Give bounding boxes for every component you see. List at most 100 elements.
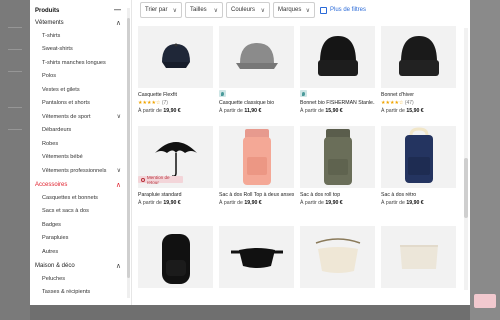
chevron-down-icon: ∨ xyxy=(116,167,121,174)
subcategory-item[interactable]: Sacs et sacs à dos xyxy=(30,205,131,219)
eco-leaf-icon xyxy=(219,90,226,97)
subcategory-item[interactable]: T-shirts manches longues xyxy=(30,57,131,71)
product-price: À partir de 19,90 € xyxy=(381,200,456,206)
subcategory-item[interactable]: Casquettes et bonnets xyxy=(30,192,131,206)
sort-label: Trier par xyxy=(145,7,168,13)
product-price: À partir de 19,90 € xyxy=(138,200,213,206)
product-scrollbar[interactable] xyxy=(464,28,468,290)
price-prefix: À partir de xyxy=(381,108,407,114)
subcategory-item[interactable]: Vêtements de sport ∨ xyxy=(30,111,131,125)
rating-stars: ★★★★☆ (7) xyxy=(138,100,213,106)
brands-label: Marques xyxy=(278,7,302,13)
product-image[interactable] xyxy=(300,126,375,188)
sizes-dropdown[interactable]: Tailles ∨ xyxy=(185,2,223,18)
eco-leaf-icon xyxy=(300,90,307,97)
product-name: Bonnet d'hiver xyxy=(381,92,415,98)
product-price: À partir de 15,90 € xyxy=(300,108,375,114)
subcategory-label: Vestes et gilets xyxy=(42,86,80,93)
subcategory-item[interactable]: Sweat-shirts xyxy=(30,43,131,57)
subcategory-item[interactable]: Vêtements professionnels ∨ xyxy=(30,165,131,179)
product-card[interactable] xyxy=(300,226,375,305)
subcategory-item[interactable]: Pantalons et shorts xyxy=(30,97,131,111)
sidebar-scroll-thumb[interactable] xyxy=(127,18,130,278)
subcategory-label: T-shirts xyxy=(42,32,61,39)
subcategory-label: Casquettes et bonnets xyxy=(42,194,98,201)
subcategory-label: Vêtements de sport xyxy=(42,113,91,120)
subcategory-label: T-shirts manches longues xyxy=(42,59,106,66)
product-card[interactable]: Sac à dos roll top À partir de 19,90 € xyxy=(300,126,375,220)
price-prefix: À partir de xyxy=(138,200,164,206)
product-scroll-thumb[interactable] xyxy=(464,158,468,218)
product-image[interactable] xyxy=(219,26,294,88)
product-card[interactable]: Mention de retour Parapluie standard À par… xyxy=(138,126,213,220)
product-image[interactable] xyxy=(219,126,294,188)
subcategory-item[interactable]: Vêtements bébé xyxy=(30,151,131,165)
sort-dropdown[interactable]: Trier par ∨ xyxy=(140,2,182,18)
subcategory-item[interactable]: Badges xyxy=(30,219,131,233)
ghost-icon xyxy=(8,62,22,72)
product-price: À partir de 11,90 € xyxy=(219,108,294,114)
subcategory-label: Vêtements professionnels xyxy=(42,167,107,174)
product-image[interactable] xyxy=(300,26,375,88)
ghost-icon xyxy=(8,98,22,108)
category-1[interactable]: Vêtements ∧ xyxy=(30,16,131,30)
product-image[interactable] xyxy=(138,26,213,88)
category-2[interactable]: Accessoires ∧ xyxy=(30,178,131,192)
brands-dropdown[interactable]: Marques ∨ xyxy=(273,2,315,18)
return-badge: Mention de retour xyxy=(138,175,183,185)
subcategory-item[interactable]: T-shirts xyxy=(30,30,131,44)
category-list: Produits — Vêtements ∧ T-shirts Sweat-shirts T… xyxy=(30,5,131,300)
category-label: Vêtements xyxy=(35,19,64,26)
subcategory-item[interactable]: Parapluies xyxy=(30,232,131,246)
subcategory-label: Autres xyxy=(42,248,59,255)
price-prefix: À partir de xyxy=(138,108,164,114)
subcategory-label: Robes xyxy=(42,140,59,147)
product-image[interactable] xyxy=(138,226,213,288)
product-card[interactable]: Casquette Flexfit ★★★★☆ (7) À partir de 19… xyxy=(138,26,213,120)
subcategory-item[interactable]: Vestes et gilets xyxy=(30,84,131,98)
product-card[interactable] xyxy=(381,226,456,305)
category-3[interactable]: Maison & déco ∧ xyxy=(30,259,131,273)
subcategory-label: Badges xyxy=(42,221,61,228)
chevron-down-icon: ∨ xyxy=(116,113,121,120)
subcategory-item[interactable]: Autres xyxy=(30,246,131,260)
product-price: À partir de 19,90 € xyxy=(219,200,294,206)
subcategory-item[interactable]: Robes xyxy=(30,138,131,152)
product-card[interactable]: Sac à dos Roll Top à deux anses À partir … xyxy=(219,126,294,220)
product-image[interactable] xyxy=(300,226,375,288)
category-sidebar: Produits — Vêtements ∧ T-shirts Sweat-shirts T… xyxy=(30,0,132,305)
subcategory-label: Polos xyxy=(42,73,56,79)
category-0[interactable]: Produits — xyxy=(30,5,131,16)
sidebar-scrollbar[interactable] xyxy=(127,8,130,298)
more-filters-button[interactable]: Plus de filtres xyxy=(320,6,366,14)
subcategory-label: Sweat-shirts xyxy=(42,46,73,52)
product-card[interactable]: Bonnet bio FISHERMAN Stanle... À partir d… xyxy=(300,26,375,120)
product-image[interactable] xyxy=(381,226,456,288)
subcategory-item[interactable]: Tasses & récipients xyxy=(30,286,131,300)
chevron-down-icon: ∨ xyxy=(305,7,310,14)
product-card[interactable]: Sac à dos rétro À partir de 19,90 € xyxy=(381,126,456,220)
price-value: 15,90 € xyxy=(406,108,424,114)
product-price: À partir de 19,90 € xyxy=(138,108,213,114)
product-card[interactable]: Casquette classique bio À partir de 11,90… xyxy=(219,26,294,120)
subcategory-item[interactable]: Débardeurs xyxy=(30,124,131,138)
subcategory-label: Vêtements bébé xyxy=(42,154,83,160)
product-grid: Casquette Flexfit ★★★★☆ (7) À partir de 19… xyxy=(138,26,463,305)
sizes-label: Tailles xyxy=(190,7,207,13)
price-prefix: À partir de xyxy=(219,108,245,114)
price-value: 19,90 € xyxy=(325,200,343,206)
product-image[interactable] xyxy=(219,226,294,288)
subcategory-item[interactable]: Peluches xyxy=(30,273,131,287)
product-image[interactable] xyxy=(381,26,456,88)
price-prefix: À partir de xyxy=(300,108,326,114)
price-value: 19,90 € xyxy=(163,108,181,114)
chevron-down-icon: ∨ xyxy=(213,7,218,14)
colors-dropdown[interactable]: Couleurs ∨ xyxy=(226,2,270,18)
product-card[interactable] xyxy=(138,226,213,305)
chevron-down-icon: ∨ xyxy=(260,7,265,14)
product-card[interactable] xyxy=(219,226,294,305)
rating-count: (7) xyxy=(161,100,168,106)
subcategory-item[interactable]: Polos xyxy=(30,70,131,84)
product-card[interactable]: Bonnet d'hiver ★★★★☆ (47) À partir de 15,9… xyxy=(381,26,456,120)
product-image[interactable] xyxy=(381,126,456,188)
